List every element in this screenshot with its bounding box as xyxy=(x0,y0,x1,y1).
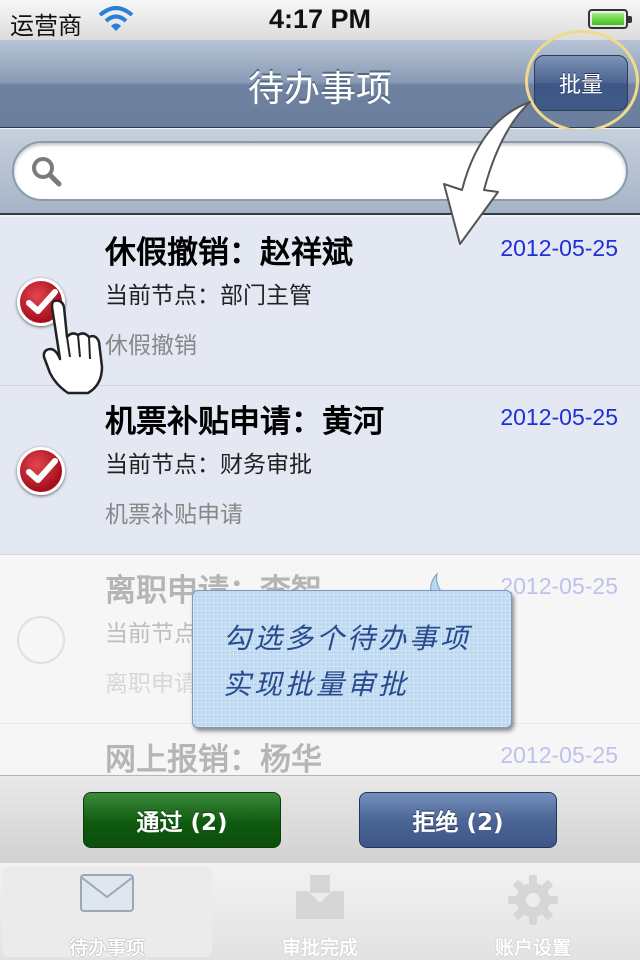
search-icon xyxy=(30,155,62,191)
hand-pointer-icon xyxy=(40,297,110,401)
inbox-icon xyxy=(296,875,344,919)
item-node: 当前节点：财务审批 xyxy=(105,452,312,478)
item-title: 网上报销：杨华 xyxy=(105,742,322,774)
item-type: 休假撤销 xyxy=(105,333,197,359)
gear-icon xyxy=(508,875,558,925)
item-title: 休假撤销：赵祥斌 xyxy=(105,235,353,271)
checkbox-unchecked[interactable] xyxy=(17,616,65,664)
tab-label: 待办事项 xyxy=(68,937,145,959)
tab-bar: 待办事项 审批完成 账户设置 xyxy=(0,863,640,960)
envelope-icon xyxy=(80,874,134,912)
tab-todo[interactable]: 待办事项 xyxy=(2,867,212,959)
list-item[interactable]: 网上报销：杨华 2012-05-25 xyxy=(0,724,640,774)
arrow-pointer-icon xyxy=(440,100,550,254)
tooltip-line-2: 实现批量审批 xyxy=(223,668,410,701)
approve-button[interactable]: 通过 (2) xyxy=(83,792,281,848)
status-bar: 运营商 4:17 PM xyxy=(0,0,640,40)
item-node: 当前节点：部门主管 xyxy=(105,283,312,309)
tab-label: 账户设置 xyxy=(494,937,571,959)
tab-approved[interactable]: 审批完成 xyxy=(215,867,425,959)
tab-label: 审批完成 xyxy=(281,937,358,959)
reject-button[interactable]: 拒绝 (2) xyxy=(359,792,557,848)
list-item[interactable]: 机票补贴申请：黄河 当前节点：财务审批 机票补贴申请 2012-05-25 xyxy=(0,386,640,555)
tab-account-settings[interactable]: 账户设置 xyxy=(428,867,638,959)
item-title: 机票补贴申请：黄河 xyxy=(105,404,384,440)
action-bar: 通过 (2) 拒绝 (2) xyxy=(0,775,640,863)
battery-icon xyxy=(588,9,632,29)
item-type: 离职申请 xyxy=(105,671,197,697)
item-date: 2012-05-25 xyxy=(500,404,618,430)
item-date: 2012-05-25 xyxy=(500,573,618,599)
status-time: 4:17 PM xyxy=(268,4,372,34)
item-type: 机票补贴申请 xyxy=(105,502,243,528)
item-date: 2012-05-25 xyxy=(500,742,618,768)
checkbox-checked[interactable] xyxy=(17,447,65,495)
tooltip-line-1: 勾选多个待办事项 xyxy=(223,622,472,655)
checkmark-icon xyxy=(26,458,58,483)
tooltip-bubble: 勾选多个待办事项 实现批量审批 xyxy=(192,590,512,728)
